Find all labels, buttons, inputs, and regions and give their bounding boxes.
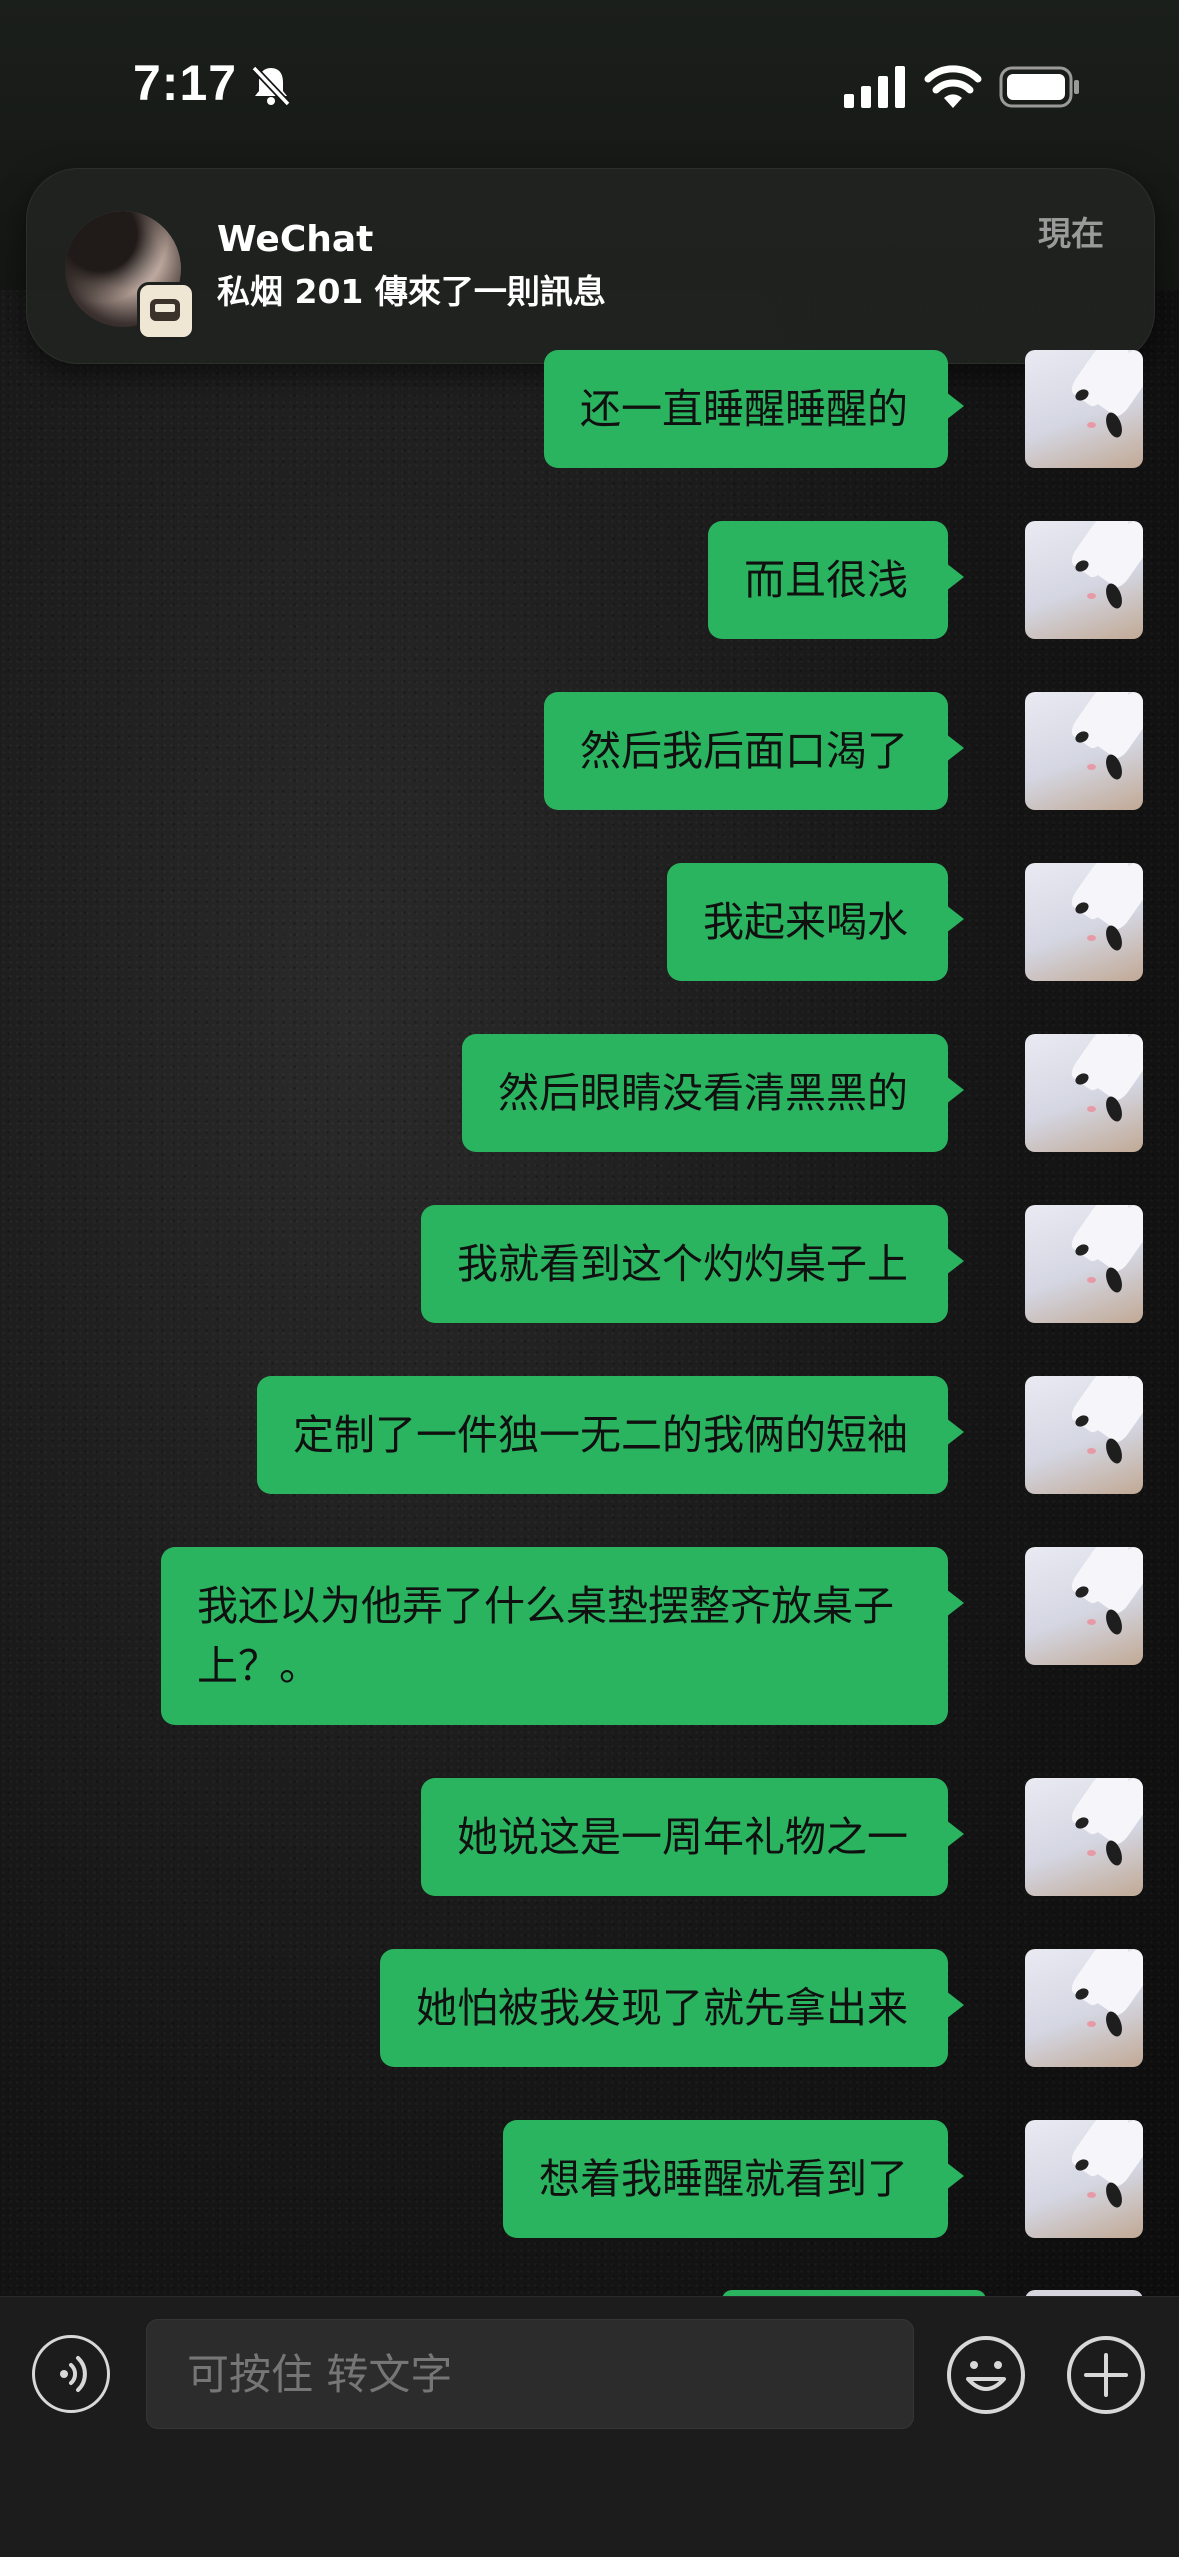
message-row: 我起来喝水 [0,863,1143,981]
bell-slash-icon [251,65,291,107]
message-bubble[interactable]: 我起来喝水 [667,863,964,981]
message-row: 而且很浅 [0,521,1143,639]
message-bubble[interactable]: 我还以为他弄了什么桌垫摆整齐放桌子上？。 [161,1547,964,1725]
message-row: 我就看到这个灼灼桌子上 [0,1205,1143,1323]
message-bubble[interactable]: 还一直睡醒睡醒的 [544,350,964,468]
plus-icon[interactable] [1066,2335,1146,2415]
message-row: 想着我睡醒就看到了 [0,2120,1143,2238]
message-row: 然后我后面口渴了 [0,692,1143,810]
avatar[interactable] [1025,692,1143,810]
message-row: 她说这是一周年礼物之一 [0,1778,1143,1896]
avatar[interactable] [1025,2120,1143,2238]
status-time: 7:17 [133,55,238,111]
message-bubble[interactable]: 然后眼睛没看清黑黑的 [462,1034,964,1152]
message-row: 还一直睡醒睡醒的 [0,350,1143,468]
input-bar: 可按住 转文字 [0,2296,1179,2557]
emoji-icon[interactable] [946,2335,1026,2415]
message-row: 她怕被我发现了就先拿出来 [0,1949,1143,2067]
message-bubble[interactable]: 她怕被我发现了就先拿出来 [380,1949,964,2067]
message-row: 定制了一件独一无二的我俩的短袖 [0,1376,1143,1494]
message-bubble[interactable]: 而且很浅 [708,521,964,639]
message-input[interactable]: 可按住 转文字 [146,2319,914,2429]
avatar[interactable] [1025,1205,1143,1323]
avatar[interactable] [1025,863,1143,981]
avatar[interactable] [1025,350,1143,468]
wifi-icon [924,65,982,108]
signal-icon [844,66,905,108]
avatar[interactable] [1025,1949,1143,2067]
message-row: 我还以为他弄了什么桌垫摆整齐放桌子上？。 [0,1547,1143,1725]
notification-banner[interactable]: WeChat 私烟 201 傳來了一則訊息 現在 [26,168,1155,364]
message-bubble[interactable]: 想着我睡醒就看到了 [503,2120,964,2238]
voice-icon [60,2356,87,2392]
notification-app-name: WeChat [217,219,374,260]
message-row: 然后眼睛没看清黑黑的 [0,1034,1143,1152]
message-bubble[interactable]: 然后我后面口渴了 [544,692,964,810]
avatar[interactable] [1025,1034,1143,1152]
avatar[interactable] [1025,521,1143,639]
avatar[interactable] [1025,1547,1143,1665]
message-bubble[interactable]: 她说这是一周年礼物之一 [421,1778,964,1896]
notification-message: 私烟 201 傳來了一則訊息 [217,272,606,311]
message-bubble[interactable]: 定制了一件独一无二的我俩的短袖 [257,1376,964,1494]
battery-icon [999,66,1079,108]
avatar[interactable] [1025,1376,1143,1494]
notification-time: 現在 [1038,214,1104,253]
avatar[interactable] [1025,1778,1143,1896]
message-bubble[interactable]: 我就看到这个灼灼桌子上 [421,1205,964,1323]
voice-button[interactable] [32,2335,110,2413]
app-badge-icon [137,282,195,340]
